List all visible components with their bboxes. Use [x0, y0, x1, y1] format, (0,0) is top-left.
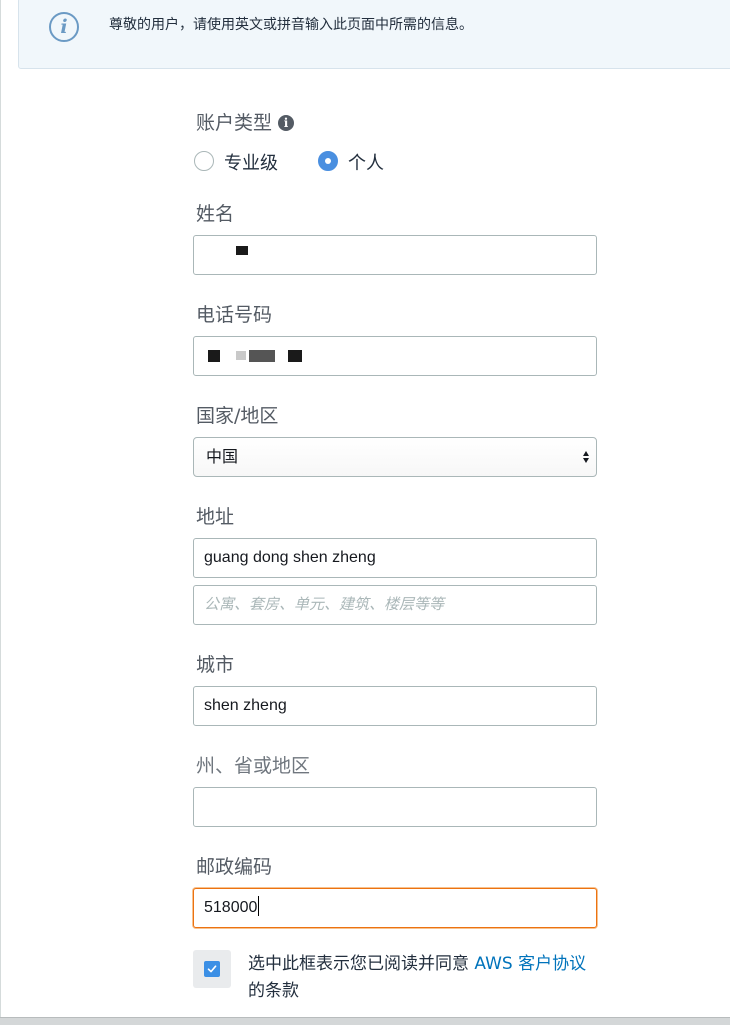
account-type-label: 账户类型 i [196, 108, 295, 135]
redacted-phone-4 [288, 350, 302, 362]
postal-code-input[interactable]: 518000 [193, 888, 597, 928]
postal-code-value: 518000 [204, 899, 258, 916]
name-label: 姓名 [196, 203, 235, 225]
checkbox-checked-box [204, 961, 220, 977]
state-label: 州、省或地区 [196, 755, 311, 777]
postal-code-label: 邮政编码 [196, 856, 273, 878]
phone-input[interactable] [193, 336, 597, 376]
redacted-name-blur [226, 256, 250, 270]
radio-label-professional[interactable]: 专业级 [224, 149, 278, 175]
country-selected-value: 中国 [206, 447, 239, 466]
agreement-checkbox[interactable] [193, 950, 231, 988]
left-border [0, 0, 1, 1017]
state-input[interactable] [193, 787, 597, 827]
checkmark-icon [207, 965, 217, 973]
address-line2-input[interactable]: 公寓、套房、单元、建筑、楼层等等 [193, 585, 597, 625]
updown-arrows-icon [583, 451, 589, 463]
country-select[interactable]: 中国 [193, 437, 597, 477]
radio-circle-personal[interactable] [318, 151, 338, 171]
account-type-label-text: 账户类型 [196, 112, 273, 134]
phone-label: 电话号码 [196, 304, 273, 326]
redacted-phone-2 [236, 351, 246, 360]
info-banner: i 尊敬的用户，请使用英文或拼音输入此页面中所需的信息。 [18, 0, 730, 69]
customer-agreement-link[interactable]: AWS 客户协议 [474, 954, 586, 974]
country-label: 国家/地区 [196, 405, 279, 427]
info-help-icon[interactable]: i [278, 115, 295, 131]
city-label: 城市 [196, 654, 235, 676]
info-banner-text: 尊敬的用户，请使用英文或拼音输入此页面中所需的信息。 [109, 17, 473, 33]
signup-form-page: i 尊敬的用户，请使用英文或拼音输入此页面中所需的信息。 账户类型 i 专业级 个… [0, 0, 730, 1017]
agreement-text-before: 选中此框表示您已阅读并同意 [248, 954, 475, 974]
radio-label-personal[interactable]: 个人 [348, 149, 384, 175]
city-input[interactable]: shen zheng [193, 686, 597, 726]
name-input[interactable] [193, 235, 597, 275]
info-icon: i [49, 12, 79, 42]
address-line2-placeholder: 公寓、套房、单元、建筑、楼层等等 [204, 596, 445, 613]
agreement-text-after: 的条款 [248, 981, 299, 1001]
radio-circle-professional[interactable] [194, 151, 214, 171]
agreement-text: 选中此框表示您已阅读并同意 AWS 客户协议的条款 [248, 951, 598, 1005]
redacted-phone-3 [249, 350, 275, 362]
text-caret [258, 896, 260, 916]
redacted-phone-1 [208, 350, 220, 362]
redacted-name [236, 246, 248, 255]
address-line1-input[interactable]: guang dong shen zheng [193, 538, 597, 578]
address-label: 地址 [196, 506, 235, 528]
